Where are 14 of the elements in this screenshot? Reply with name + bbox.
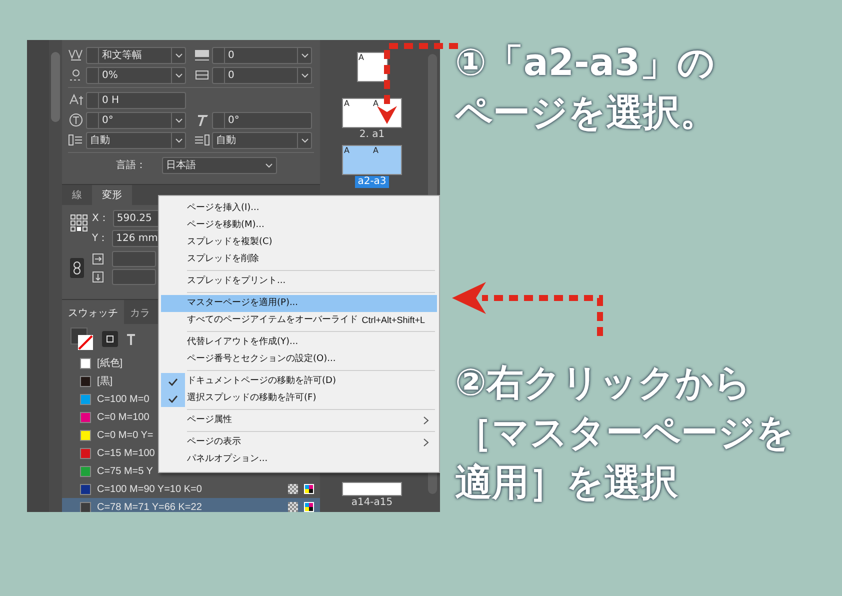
- master-prefix: A: [344, 146, 350, 155]
- shortcut-label: Ctrl+Alt+Shift+L: [362, 314, 426, 327]
- page-label: a2-a3: [354, 176, 390, 188]
- page-label: a14-a15: [350, 497, 394, 509]
- coordinate-label: X：: [92, 212, 109, 226]
- master-prefix: A: [344, 99, 350, 108]
- page-label: 2. a1: [358, 129, 386, 141]
- annotation-text: ①「a2-a3」の ページを選択。: [455, 40, 717, 136]
- master-prefix: A: [373, 99, 378, 108]
- master-prefix: A: [373, 146, 378, 155]
- language-label: 言語：: [116, 158, 146, 172]
- master-prefix: A: [358, 53, 364, 62]
- annotation-text: ②右クリックから ［マスターページを 適用］を選択: [455, 360, 794, 506]
- coordinate-label: Y：: [92, 232, 108, 246]
